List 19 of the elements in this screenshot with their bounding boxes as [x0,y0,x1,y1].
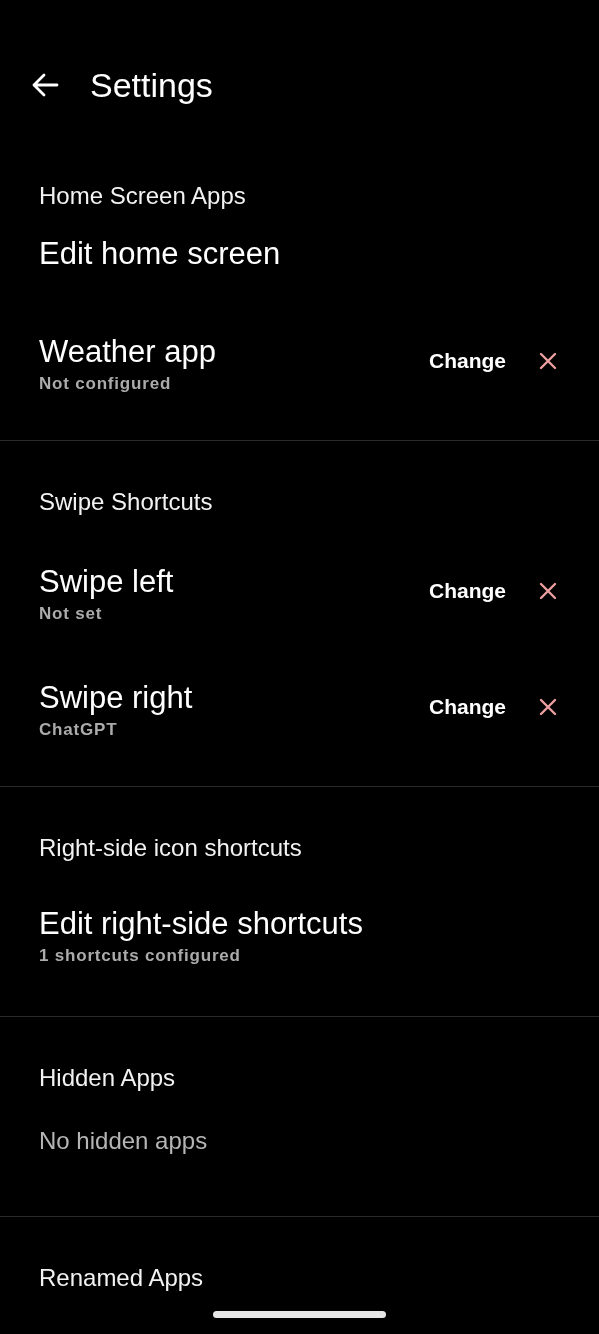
setting-title[interactable]: Edit home screen [39,236,560,272]
empty-message: No hidden apps [39,1126,208,1156]
change-button[interactable]: Change [425,573,510,609]
setting-title: Swipe right [39,680,194,716]
change-button[interactable]: Change [425,343,510,379]
setting-subtitle: ChatGPT [39,719,119,741]
section-header: Renamed Apps [38,1263,205,1293]
setting-title[interactable]: Edit right-side shortcuts [39,906,560,942]
setting-subtitle: Not set [39,603,104,625]
change-button[interactable]: Change [425,689,510,725]
section-header: Right-side icon shortcuts [38,833,303,863]
setting-subtitle: Not configured [39,373,173,395]
setting-title: Weather app [39,334,217,370]
section-header: Hidden Apps [38,1063,177,1093]
section-header: Home Screen Apps [38,181,247,211]
page-title: Settings [90,65,213,105]
section-header: Swipe Shortcuts [38,487,214,517]
setting-subtitle: 1 shortcuts configured [39,945,242,967]
setting-title: Swipe left [39,564,175,600]
